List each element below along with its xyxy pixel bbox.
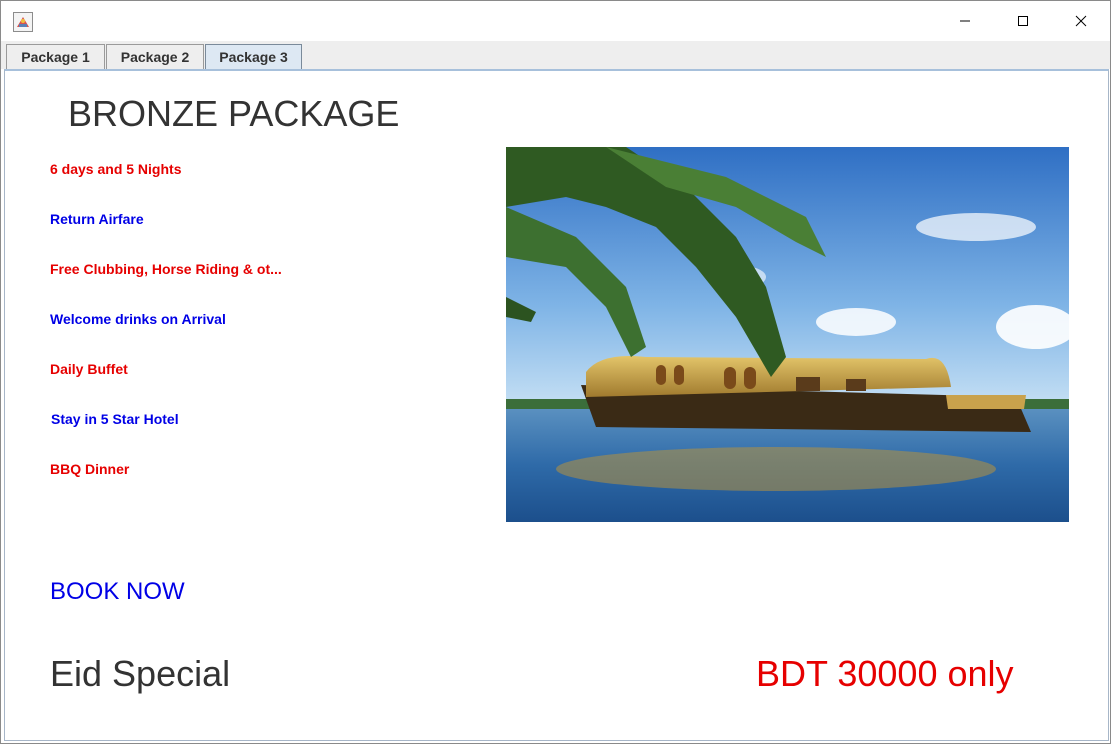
tab-package-2[interactable]: Package 2 bbox=[106, 44, 204, 69]
minimize-button[interactable] bbox=[936, 1, 994, 41]
price-label: BDT 30000 only bbox=[756, 653, 1014, 694]
feature-item: Return Airfare bbox=[50, 211, 144, 227]
app-window: Package 1 Package 2 Package 3 BRONZE PAC… bbox=[0, 0, 1111, 744]
feature-item: BBQ Dinner bbox=[50, 461, 130, 477]
close-button[interactable] bbox=[1052, 1, 1110, 41]
tab-package-1[interactable]: Package 1 bbox=[6, 44, 105, 69]
book-now-link[interactable]: BOOK NOW bbox=[50, 578, 185, 606]
houseboat-palm-photo bbox=[506, 147, 1069, 522]
tab-package-3[interactable]: Package 3 bbox=[205, 44, 302, 69]
feature-item: Free Clubbing, Horse Riding & ot... bbox=[50, 261, 282, 277]
tab-strip: Package 1 Package 2 Package 3 bbox=[1, 41, 1110, 69]
offer-label: Eid Special bbox=[50, 653, 231, 694]
feature-item: Welcome drinks on Arrival bbox=[50, 311, 226, 327]
close-icon bbox=[1075, 15, 1087, 27]
maximize-icon bbox=[1017, 15, 1029, 27]
feature-item: Stay in 5 Star Hotel bbox=[51, 411, 179, 427]
minimize-icon bbox=[959, 15, 971, 27]
maximize-button[interactable] bbox=[994, 1, 1052, 41]
feature-item: Daily Buffet bbox=[50, 361, 128, 377]
java-app-icon bbox=[13, 12, 33, 32]
title-bar bbox=[1, 1, 1110, 41]
package-title: BRONZE PACKAGE bbox=[68, 93, 400, 134]
feature-item: 6 days and 5 Nights bbox=[50, 161, 182, 177]
